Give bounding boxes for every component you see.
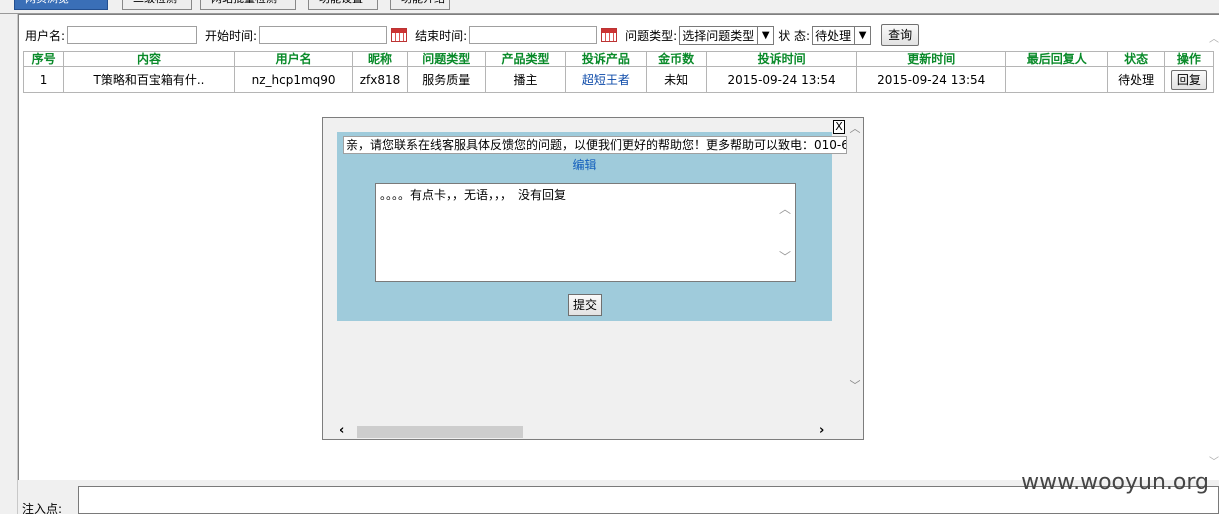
reply-text: 。。。。有点卡，，无语，，， 没有回复 [380,188,567,202]
col-header: 最后回复人 [1005,51,1109,67]
chevron-left-icon[interactable]: ‹ [339,423,344,438]
chevron-up-icon[interactable]: ︿ [777,200,793,217]
reply-button[interactable]: 回复 [1170,69,1207,90]
close-button[interactable]: X [833,120,845,134]
end-time-input[interactable] [469,26,598,44]
tab-web-browse[interactable]: 网页浏览 [14,0,108,10]
query-button[interactable]: 查询 [881,24,920,46]
cell-username: nz_hcp1mq90 [233,66,354,93]
tab-intro[interactable]: 功能介绍 [390,0,450,10]
left-bar [0,14,18,514]
popup-horizontal-scrollbar[interactable]: ‹ › [323,422,863,439]
issue-type-value: 选择问题类型 [682,28,755,43]
col-header: 金币数 [645,51,707,67]
chevron-down-icon[interactable]: ﹀ [777,248,793,265]
chevron-down-icon: ▼ [854,26,870,44]
table-row: 1 T策略和百宝箱有什.. nz_hcp1mq90 zfx818 服务质量 播主… [22,66,1215,93]
cell-product-link[interactable]: 超短王者 [565,66,647,93]
chevron-down-icon: ▼ [757,26,773,44]
end-time-label: 结束时间: [415,28,468,43]
start-time-label: 开始时间: [205,28,258,43]
issue-type-select[interactable]: 选择问题类型 ▼ [679,25,775,45]
popup-content: 亲，请您联系在线客服具体反馈您的问题，以便我们更好的帮助您！更多帮助可以致电：0… [337,132,847,321]
complaint-table: 序号 内容 用户名 昵称 问题类型 产品类型 投诉产品 金币数 投诉时间 更新时… [22,51,1215,93]
cell-action: 回复 [1163,66,1215,93]
cell-issue-type: 服务质量 [406,66,486,93]
username-input[interactable] [67,26,198,44]
status-value: 待处理 [815,28,852,43]
filter-toolbar: 用户名: 开始时间: 结束时间: 问题类型: 选择问题类型 ▼ 状 态: 待处理… [25,23,920,47]
cell-product-type: 播主 [484,66,567,93]
cell-index: 1 [22,66,65,93]
chevron-down-icon[interactable]: ﹀ [847,377,863,393]
chevron-up-icon[interactable]: ︿ [847,120,863,136]
tab-batch-check[interactable]: 网站批量检测 [200,0,296,10]
col-header: 状态 [1107,51,1165,67]
col-header: 序号 [22,51,65,67]
col-header: 投诉产品 [565,51,647,67]
col-header: 昵称 [352,51,408,67]
injection-point-label: 注入点: [22,502,63,514]
status-select[interactable]: 待处理 ▼ [812,25,872,45]
textarea-scrollbar[interactable]: ︿ ﹀ [777,186,793,279]
issue-type-label: 问题类型: [625,28,678,43]
start-time-input[interactable] [259,26,388,44]
calendar-icon[interactable] [391,28,408,42]
calendar-icon[interactable] [601,28,618,42]
cell-coins: 未知 [645,66,707,93]
col-header: 投诉时间 [705,51,858,67]
col-header: 更新时间 [856,51,1007,67]
col-header: 操作 [1163,51,1215,67]
chevron-up-icon[interactable]: ︿ [1209,30,1219,45]
edit-link[interactable]: 编辑 [337,156,832,173]
scrollbar-thumb[interactable] [357,426,523,438]
page-scrollbar[interactable]: ︿ ﹀ [1209,14,1219,484]
reply-popup: X 亲，请您联系在线客服具体反馈您的问题，以便我们更好的帮助您！更多帮助可以致电… [322,117,864,440]
chevron-down-icon[interactable]: ﹀ [1209,453,1219,468]
cell-complaint-time: 2015-09-24 13:54 [705,66,858,93]
col-header: 用户名 [233,51,354,67]
watermark: www.wooyun.org [1021,470,1209,495]
col-header: 内容 [63,51,235,67]
reply-textarea[interactable]: 。。。。有点卡，，无语，，， 没有回复 ︿ ﹀ [375,183,796,282]
tab-secondary-check[interactable]: 二级检测 [122,0,192,10]
cell-content: T策略和百宝箱有什.. [63,66,235,93]
table-header-row: 序号 内容 用户名 昵称 问题类型 产品类型 投诉产品 金币数 投诉时间 更新时… [22,51,1215,67]
status-label: 状 态: [778,28,811,43]
col-header: 产品类型 [484,51,567,67]
cell-status: 待处理 [1107,66,1165,93]
col-header: 问题类型 [406,51,486,67]
username-label: 用户名: [25,28,66,43]
popup-vertical-scrollbar[interactable]: ︿ ﹀ [847,118,863,423]
submit-button[interactable]: 提交 [568,294,603,316]
cell-update-time: 2015-09-24 13:54 [856,66,1007,93]
notice-text: 亲，请您联系在线客服具体反馈您的问题，以便我们更好的帮助您！更多帮助可以致电：0… [343,136,847,154]
cell-last-replier [1005,66,1109,93]
cell-nickname: zfx818 [352,66,408,93]
tab-settings[interactable]: 功能设置 [308,0,378,10]
tab-strip: 网页浏览 二级检测 网站批量检测 功能设置 功能介绍 [0,0,1219,14]
chevron-right-icon[interactable]: › [819,423,824,438]
